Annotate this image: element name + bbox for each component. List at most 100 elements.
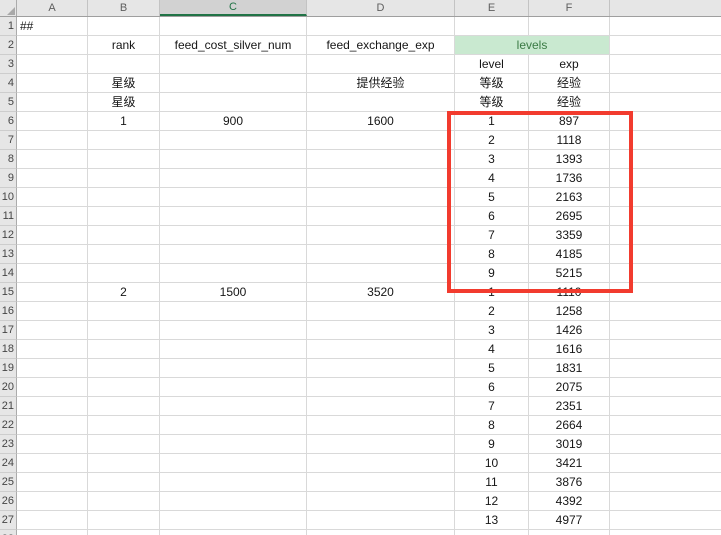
cell-E15[interactable]: 1 bbox=[455, 283, 529, 302]
row-header-2[interactable]: 2 bbox=[0, 36, 17, 55]
cell-D22[interactable] bbox=[307, 416, 455, 435]
cell-F8[interactable]: 1393 bbox=[529, 150, 610, 169]
cell-C1[interactable] bbox=[160, 17, 307, 36]
cell-E6[interactable]: 1 bbox=[455, 112, 529, 131]
cell-F28[interactable] bbox=[529, 530, 610, 535]
cell-A2[interactable] bbox=[17, 36, 88, 55]
cell-E12[interactable]: 7 bbox=[455, 226, 529, 245]
column-header-F[interactable]: F bbox=[529, 0, 610, 16]
cell-A12[interactable] bbox=[17, 226, 88, 245]
cell-D16[interactable] bbox=[307, 302, 455, 321]
cell-A8[interactable] bbox=[17, 150, 88, 169]
cell-E25[interactable]: 11 bbox=[455, 473, 529, 492]
cell-E13[interactable]: 8 bbox=[455, 245, 529, 264]
row-header-5[interactable]: 5 bbox=[0, 93, 17, 112]
cell-B13[interactable] bbox=[88, 245, 160, 264]
cell-F24[interactable]: 3421 bbox=[529, 454, 610, 473]
cell-B3[interactable] bbox=[88, 55, 160, 74]
row-header-11[interactable]: 11 bbox=[0, 207, 17, 226]
row-header-13[interactable]: 13 bbox=[0, 245, 17, 264]
row-header-14[interactable]: 14 bbox=[0, 264, 17, 283]
cell-A23[interactable] bbox=[17, 435, 88, 454]
cell-C11[interactable] bbox=[160, 207, 307, 226]
cell-E8[interactable]: 3 bbox=[455, 150, 529, 169]
cell-F6[interactable]: 897 bbox=[529, 112, 610, 131]
cell-merged-levels[interactable]: levels bbox=[455, 36, 610, 55]
row-header-24[interactable]: 24 bbox=[0, 454, 17, 473]
cell-B22[interactable] bbox=[88, 416, 160, 435]
cell-E28[interactable] bbox=[455, 530, 529, 535]
cell-F27[interactable]: 4977 bbox=[529, 511, 610, 530]
cell-C25[interactable] bbox=[160, 473, 307, 492]
cell-F15[interactable]: 1110 bbox=[529, 283, 610, 302]
cell-C27[interactable] bbox=[160, 511, 307, 530]
cell-F4[interactable]: 经验 bbox=[529, 74, 610, 93]
cell-F7[interactable]: 1118 bbox=[529, 131, 610, 150]
cell-D28[interactable] bbox=[307, 530, 455, 535]
cell-C5[interactable] bbox=[160, 93, 307, 112]
cell-C9[interactable] bbox=[160, 169, 307, 188]
cell-F9[interactable]: 1736 bbox=[529, 169, 610, 188]
cell-C22[interactable] bbox=[160, 416, 307, 435]
row-header-16[interactable]: 16 bbox=[0, 302, 17, 321]
column-header-B[interactable]: B bbox=[88, 0, 160, 16]
cell-E17[interactable]: 3 bbox=[455, 321, 529, 340]
row-header-1[interactable]: 1 bbox=[0, 17, 17, 36]
column-header-E[interactable]: E bbox=[455, 0, 529, 16]
select-all-corner[interactable] bbox=[0, 0, 17, 16]
cell-A17[interactable] bbox=[17, 321, 88, 340]
cell-F16[interactable]: 1258 bbox=[529, 302, 610, 321]
cell-A4[interactable] bbox=[17, 74, 88, 93]
row-header-19[interactable]: 19 bbox=[0, 359, 17, 378]
cell-D2[interactable]: feed_exchange_exp bbox=[307, 36, 455, 55]
cell-D14[interactable] bbox=[307, 264, 455, 283]
row-header-23[interactable]: 23 bbox=[0, 435, 17, 454]
cell-D13[interactable] bbox=[307, 245, 455, 264]
cell-F23[interactable]: 3019 bbox=[529, 435, 610, 454]
cell-A7[interactable] bbox=[17, 131, 88, 150]
cell-B6[interactable]: 1 bbox=[88, 112, 160, 131]
cell-F13[interactable]: 4185 bbox=[529, 245, 610, 264]
cell-D23[interactable] bbox=[307, 435, 455, 454]
cell-A21[interactable] bbox=[17, 397, 88, 416]
row-header-26[interactable]: 26 bbox=[0, 492, 17, 511]
cell-A13[interactable] bbox=[17, 245, 88, 264]
cell-A25[interactable] bbox=[17, 473, 88, 492]
cell-E26[interactable]: 12 bbox=[455, 492, 529, 511]
column-header-A[interactable]: A bbox=[17, 0, 88, 16]
cell-D5[interactable] bbox=[307, 93, 455, 112]
cell-A5[interactable] bbox=[17, 93, 88, 112]
cell-D9[interactable] bbox=[307, 169, 455, 188]
cell-D11[interactable] bbox=[307, 207, 455, 226]
cell-D10[interactable] bbox=[307, 188, 455, 207]
cell-C14[interactable] bbox=[160, 264, 307, 283]
cell-B16[interactable] bbox=[88, 302, 160, 321]
cell-A11[interactable] bbox=[17, 207, 88, 226]
cell-E18[interactable]: 4 bbox=[455, 340, 529, 359]
cell-F12[interactable]: 3359 bbox=[529, 226, 610, 245]
cell-B18[interactable] bbox=[88, 340, 160, 359]
row-header-7[interactable]: 7 bbox=[0, 131, 17, 150]
cell-D3[interactable] bbox=[307, 55, 455, 74]
cell-E19[interactable]: 5 bbox=[455, 359, 529, 378]
cell-F22[interactable]: 2664 bbox=[529, 416, 610, 435]
row-header-10[interactable]: 10 bbox=[0, 188, 17, 207]
row-header-3[interactable]: 3 bbox=[0, 55, 17, 74]
cell-E11[interactable]: 6 bbox=[455, 207, 529, 226]
cell-D12[interactable] bbox=[307, 226, 455, 245]
cell-F5[interactable]: 经验 bbox=[529, 93, 610, 112]
row-header-28[interactable]: 28 bbox=[0, 530, 17, 535]
column-header-C[interactable]: C bbox=[160, 0, 307, 16]
cell-A27[interactable] bbox=[17, 511, 88, 530]
row-header-27[interactable]: 27 bbox=[0, 511, 17, 530]
cell-F14[interactable]: 5215 bbox=[529, 264, 610, 283]
cell-B26[interactable] bbox=[88, 492, 160, 511]
cell-E9[interactable]: 4 bbox=[455, 169, 529, 188]
cell-D20[interactable] bbox=[307, 378, 455, 397]
cell-A16[interactable] bbox=[17, 302, 88, 321]
cell-B2[interactable]: rank bbox=[88, 36, 160, 55]
cell-B15[interactable]: 2 bbox=[88, 283, 160, 302]
cell-F17[interactable]: 1426 bbox=[529, 321, 610, 340]
cell-B17[interactable] bbox=[88, 321, 160, 340]
cell-D27[interactable] bbox=[307, 511, 455, 530]
